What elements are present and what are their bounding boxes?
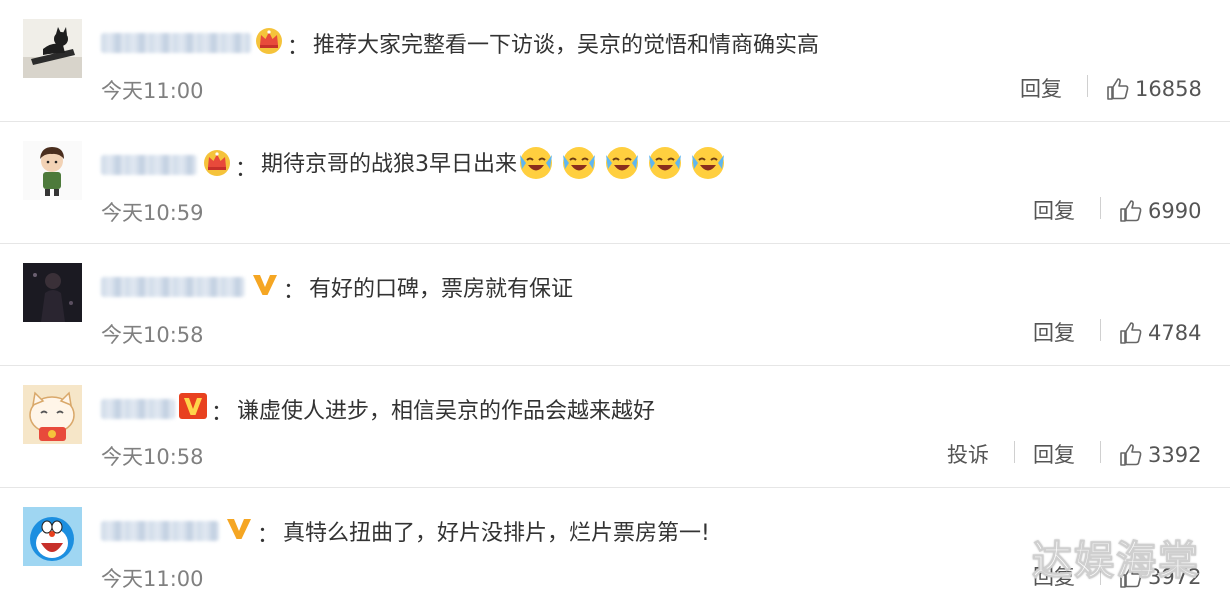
divider (1014, 441, 1015, 463)
thumbs-up-icon (1107, 78, 1129, 100)
crying-laughing-emoji (646, 143, 684, 181)
like-count: 16858 (1135, 77, 1202, 101)
username-blurred[interactable] (101, 521, 219, 541)
divider (1087, 75, 1088, 97)
v-boxed-icon (178, 391, 208, 421)
username-blurred[interactable] (101, 277, 245, 297)
thumbs-up-icon (1120, 444, 1142, 466)
reply-button[interactable]: 回复 (1020, 73, 1062, 103)
comment-text: 真特么扭曲了，好片没排片，烂片票房第一! (283, 521, 710, 546)
crown-icon (202, 147, 232, 177)
divider (1100, 563, 1101, 585)
crying-laughing-emoji (689, 143, 727, 181)
colon: ： (287, 35, 310, 60)
crying-laughing-emoji (560, 143, 598, 181)
username-blurred[interactable] (101, 33, 251, 53)
like-button[interactable]: 3392 (1119, 440, 1201, 470)
colon: ： (235, 157, 258, 182)
report-button[interactable]: 投诉 (947, 439, 989, 469)
timestamp: 今天10:59 (101, 201, 204, 225)
comment-text: 谦虚使人进步，相信吴京的作品会越来越好 (237, 399, 656, 424)
like-count: 3392 (1148, 443, 1202, 467)
reply-button[interactable]: 回复 (1033, 439, 1075, 469)
username-blurred[interactable] (101, 155, 197, 175)
thumbs-up-icon (1120, 566, 1142, 588)
v-verified-icon (250, 269, 280, 299)
divider (1100, 197, 1101, 219)
reply-button[interactable]: 回复 (1033, 561, 1075, 591)
v-verified-icon (224, 513, 254, 543)
like-count: 4784 (1148, 321, 1202, 345)
like-button[interactable]: 4784 (1119, 318, 1201, 348)
comment-text: 期待京哥的战狼3早日出来 (261, 143, 732, 181)
comment-item: ： 推荐大家完整看一下访谈，吴京的觉悟和情商确实高 今天11:00 回复 168… (0, 0, 1230, 122)
username-blurred[interactable] (101, 399, 175, 419)
divider (1100, 319, 1101, 341)
avatar[interactable] (23, 385, 82, 444)
crown-icon (254, 25, 284, 55)
thumbs-up-icon (1120, 322, 1142, 344)
timestamp: 今天11:00 (101, 79, 204, 103)
timestamp: 今天10:58 (101, 445, 204, 469)
avatar[interactable] (23, 19, 82, 78)
divider (1100, 441, 1101, 463)
colon: ： (211, 401, 234, 426)
like-button[interactable]: 3972 (1119, 562, 1201, 592)
colon: ： (283, 279, 306, 304)
crying-laughing-emoji (517, 143, 555, 181)
like-count: 3972 (1148, 565, 1202, 589)
reply-button[interactable]: 回复 (1033, 317, 1075, 347)
avatar[interactable] (23, 141, 82, 200)
comment-item: ： 期待京哥的战狼3早日出来 今天10:59 回复 6990 (0, 122, 1230, 244)
timestamp: 今天11:00 (101, 567, 204, 591)
like-count: 6990 (1148, 199, 1202, 223)
like-button[interactable]: 6990 (1119, 196, 1201, 226)
timestamp: 今天10:58 (101, 323, 204, 347)
comment-item: ： 真特么扭曲了，好片没排片，烂片票房第一! 今天11:00 回复 3972 (0, 488, 1230, 610)
reply-button[interactable]: 回复 (1033, 195, 1075, 225)
crying-laughing-emoji (603, 143, 641, 181)
comment-text-content: 期待京哥的战狼3早日出来 (261, 152, 517, 177)
avatar[interactable] (23, 263, 82, 322)
colon: ： (257, 523, 280, 548)
comment-text: 有好的口碑，票房就有保证 (309, 277, 574, 302)
comment-text: 推荐大家完整看一下访谈，吴京的觉悟和情商确实高 (313, 33, 820, 58)
comment-item: ： 有好的口碑，票房就有保证 今天10:58 回复 4784 (0, 244, 1230, 366)
avatar[interactable] (23, 507, 82, 566)
like-button[interactable]: 16858 (1106, 74, 1202, 104)
thumbs-up-icon (1120, 200, 1142, 222)
comment-item: ： 谦虚使人进步，相信吴京的作品会越来越好 今天10:58 投诉 回复 3392 (0, 366, 1230, 488)
